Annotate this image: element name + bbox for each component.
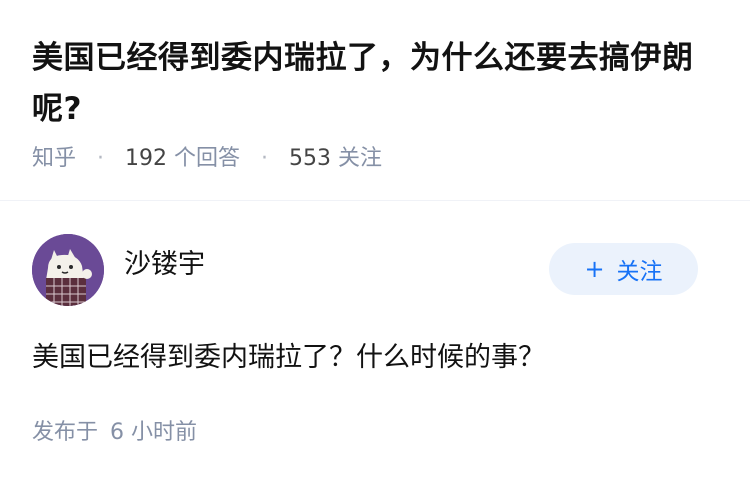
question-title[interactable]: 美国已经得到委内瑞拉了，为什么还要去搞伊朗呢?	[32, 33, 722, 135]
answer-count-label: 个回答	[174, 146, 241, 171]
answer-content[interactable]: 美国已经得到委内瑞拉了？什么时候的事？	[32, 338, 722, 378]
post-time-meta: 发布于 6 小时前	[32, 417, 197, 449]
avatar[interactable]	[32, 234, 104, 306]
follow-button[interactable]: + 关注	[549, 243, 698, 295]
meta-separator: ·	[261, 146, 269, 171]
meta-separator: ·	[97, 146, 105, 171]
answer-card: 沙镂宇 + 关注 美国已经得到委内瑞拉了？什么时候的事？ 发布于 6 小时前	[0, 201, 750, 484]
posted-label: 发布于	[32, 420, 99, 445]
plus-icon: +	[584, 255, 605, 283]
source-label[interactable]: 知乎	[32, 146, 76, 171]
avatar-image	[32, 234, 104, 306]
follow-button-label: 关注	[616, 259, 663, 285]
answer-count: 192	[125, 146, 168, 171]
author-name[interactable]: 沙镂宇	[124, 247, 205, 283]
posted-time: 6 小时前	[110, 420, 198, 445]
page: 美国已经得到委内瑞拉了，为什么还要去搞伊朗呢? 知乎 · 192 个回答 · 5…	[0, 0, 750, 484]
follower-count-label: 关注	[338, 146, 383, 171]
question-meta: 知乎 · 192 个回答 · 553 关注	[32, 142, 382, 176]
question-header: 美国已经得到委内瑞拉了，为什么还要去搞伊朗呢? 知乎 · 192 个回答 · 5…	[0, 0, 750, 200]
follower-count: 553	[289, 146, 332, 171]
